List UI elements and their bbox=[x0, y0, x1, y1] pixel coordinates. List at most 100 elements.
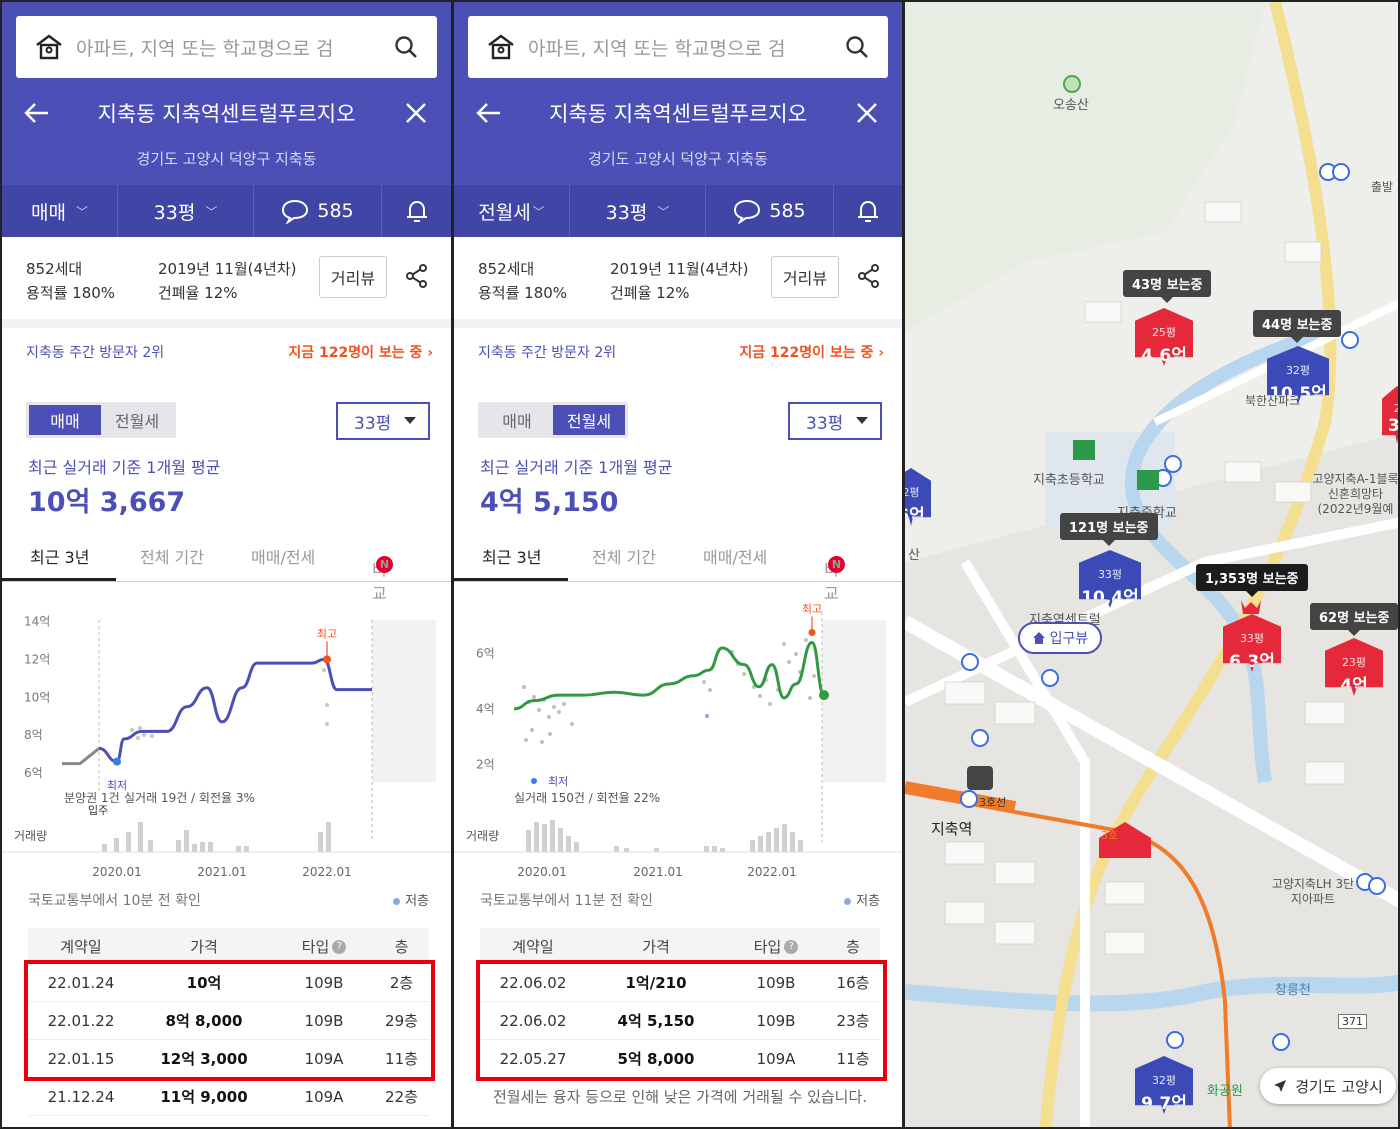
alert-button[interactable] bbox=[382, 185, 451, 237]
average-price: 10억 3,667 bbox=[28, 487, 186, 518]
table-row[interactable]: 22.01.24 10억 109B 2층 bbox=[28, 964, 429, 1002]
tab-all-period[interactable]: 전체 기간 bbox=[140, 544, 204, 568]
table-row[interactable]: 22.01.15 12억 3,000 109A 11층 bbox=[28, 1040, 429, 1078]
table-row[interactable]: 22.06.02 1억/210 109B 16층 bbox=[480, 964, 880, 1002]
households: 852세대 bbox=[26, 260, 83, 278]
location-arrow-icon bbox=[1274, 1080, 1287, 1092]
close-icon[interactable] bbox=[852, 98, 882, 128]
legend-low-floor: 저층 bbox=[393, 890, 429, 909]
average-price: 4억 5,150 bbox=[480, 487, 619, 518]
low-point bbox=[113, 757, 121, 766]
high-label: 최고 bbox=[317, 627, 337, 640]
search-bar[interactable]: 아파트, 지역 또는 학교명으로 검 bbox=[468, 16, 888, 78]
street-view-button[interactable]: 거리뷰 bbox=[319, 256, 387, 298]
divider bbox=[454, 319, 902, 328]
search-bar[interactable]: 아파트, 지역 또는 학교명으로 검 bbox=[16, 16, 437, 78]
house-icon bbox=[1032, 632, 1045, 644]
low-label: 최저 bbox=[548, 775, 568, 788]
y-tick-label: 6억 bbox=[476, 647, 495, 661]
visitor-rank[interactable]: 지축동 주간 방문자 2위 bbox=[26, 342, 164, 362]
help-icon[interactable]: ? bbox=[332, 940, 347, 954]
scatter-points bbox=[130, 668, 329, 740]
building-coverage: 건폐율 12% bbox=[158, 284, 238, 302]
viewers-bubble[interactable]: 44명 보는중 bbox=[1253, 310, 1342, 343]
header: 아파트, 지역 또는 학교명으로 검 지축동 지축역센트럴푸르지오 경기도 고양… bbox=[454, 2, 902, 237]
comments-button[interactable]: 585 bbox=[254, 185, 382, 237]
toggle-rent[interactable]: 전월세 bbox=[553, 405, 625, 435]
search-icon[interactable] bbox=[844, 34, 870, 60]
high-label: 최고 bbox=[802, 602, 822, 615]
x-tick-label: 2020.01 bbox=[517, 865, 567, 879]
transaction-table: 계약일 가격 타입? 층 22.06.02 1억/210 109B 16층 22.06… bbox=[480, 928, 880, 1078]
area-dropdown[interactable]: 33평 ﹀ bbox=[118, 185, 254, 237]
apartment-title: 지축동 지축역센트럴푸르지오 bbox=[97, 102, 356, 126]
search-input[interactable]: 아파트, 지역 또는 학교명으로 검 bbox=[76, 34, 393, 61]
map-view[interactable]: 오송산 지축초등학교 지축중학교 북한산파크 고양지축A-1블록신혼희망타 (2… bbox=[903, 0, 1400, 1129]
help-icon[interactable]: ? bbox=[784, 940, 799, 954]
y-tick-label: 10억 bbox=[24, 690, 50, 704]
deal-type-dropdown[interactable]: 매매 ﹀ bbox=[2, 185, 118, 237]
current-location-pill[interactable]: 경기도 고양시 bbox=[1260, 1068, 1396, 1104]
latest-point bbox=[819, 690, 829, 701]
header: 아파트, 지역 또는 학교명으로 검 지축동 지축역센트럴푸르지오 경기도 고양… bbox=[2, 2, 451, 237]
data-source-note: 국토교통부에서 10분 전 확인 bbox=[28, 893, 201, 909]
future-shade bbox=[372, 620, 436, 782]
option-bar: 매매 ﹀ 33평 ﹀ 585 bbox=[2, 185, 451, 237]
share-icon[interactable] bbox=[404, 263, 430, 289]
entrance-view-button[interactable]: 입구뷰 bbox=[1018, 622, 1102, 654]
chevron-down-icon: ﹀ bbox=[205, 204, 218, 219]
close-icon[interactable] bbox=[401, 98, 431, 128]
visitor-rank[interactable]: 지축동 주간 방문자 2위 bbox=[478, 342, 616, 362]
table-row[interactable]: 22.01.22 8억 8,000 109B 29층 bbox=[28, 1002, 429, 1040]
built-date: 2019년 11월(4년차) bbox=[610, 260, 749, 278]
tab-recent-3y[interactable]: 최근 3년 bbox=[482, 544, 541, 568]
viewing-now-link[interactable]: 지금 122명이 보는 중 › bbox=[288, 342, 433, 362]
area-dropdown[interactable]: 33평 ﹀ bbox=[570, 185, 706, 237]
title-row: 지축동 지축역센트럴푸르지오 bbox=[454, 90, 902, 136]
toggle-sale[interactable]: 매매 bbox=[481, 405, 553, 435]
tab-sale-jeonse[interactable]: 매매/전세 bbox=[703, 544, 767, 568]
toggle-rent[interactable]: 전월세 bbox=[101, 405, 173, 435]
viewers-bubble[interactable]: 1,353명 보는중 bbox=[1196, 564, 1308, 597]
viewing-now-link[interactable]: 지금 122명이 보는 중 › bbox=[739, 342, 884, 362]
speech-bubble-icon bbox=[282, 199, 309, 224]
table-row[interactable]: 22.06.02 4억 5,150 109B 23층 bbox=[480, 1002, 880, 1040]
area-select[interactable]: 33평 bbox=[788, 402, 882, 440]
alert-button[interactable] bbox=[834, 185, 902, 237]
tab-sale-jeonse[interactable]: 매매/전세 bbox=[251, 544, 315, 568]
viewers-bubble[interactable]: 121명 보는중 bbox=[1060, 513, 1158, 546]
area-select[interactable]: 33평 bbox=[336, 402, 430, 440]
price-chart-rent[interactable]: 2억 4억 6억 최고 최저 실거래 150건 / 회전율 22% 거래량 2020… bbox=[454, 592, 904, 882]
table-row[interactable]: 22.05.27 5억 8,000 109A 11층 bbox=[480, 1040, 880, 1078]
street-view-button[interactable]: 거리뷰 bbox=[771, 256, 839, 298]
viewers-bubble[interactable]: 43명 보는중 bbox=[1123, 270, 1212, 303]
map-label-edge-right: 출발 bbox=[1371, 180, 1394, 194]
share-icon[interactable] bbox=[856, 263, 882, 289]
table-row[interactable]: 21.12.24 11억 9,000 109A 22층 bbox=[28, 1078, 429, 1116]
visitor-row[interactable]: 지축동 주간 방문자 2위 지금 122명이 보는 중 › bbox=[26, 342, 433, 362]
viewers-bubble[interactable]: 62명 보는중 bbox=[1310, 603, 1398, 636]
transaction-table: 계약일 가격 타입? 층 22.01.24 10억 109B 2층 22.01.22 8… bbox=[28, 928, 429, 1116]
comments-button[interactable]: 585 bbox=[706, 185, 834, 237]
tab-recent-3y[interactable]: 최근 3년 bbox=[30, 544, 89, 568]
x-tick-label: 2021.01 bbox=[633, 865, 683, 879]
search-input[interactable]: 아파트, 지역 또는 학교명으로 검 bbox=[528, 34, 844, 61]
back-arrow-icon[interactable] bbox=[474, 98, 504, 128]
search-icon[interactable] bbox=[393, 34, 419, 60]
mountain-icon bbox=[1063, 75, 1081, 93]
deal-type-dropdown[interactable]: 전월세 ﹀ bbox=[454, 185, 570, 237]
map-label-apartment-a: 고양지축A-1블록신혼희망타 (2022년9월예 bbox=[1312, 472, 1399, 516]
toggle-sale[interactable]: 매매 bbox=[29, 405, 101, 435]
back-arrow-icon[interactable] bbox=[22, 98, 52, 128]
dropdown-triangle-icon bbox=[856, 417, 868, 424]
active-tab-underline bbox=[454, 578, 568, 581]
building-coverage: 건폐율 12% bbox=[610, 284, 690, 302]
price-chart-sale[interactable]: 6억8억10억12억14억 최고 최저 분양권 1건 실거래 19건 / 회전율… bbox=[2, 592, 452, 882]
table-header: 계약일 가격 타입? 층 bbox=[28, 928, 429, 964]
average-label: 최근 실거래 기준 1개월 평균 bbox=[480, 458, 673, 477]
visitor-row[interactable]: 지축동 주간 방문자 2위 지금 122명이 보는 중 › bbox=[478, 342, 884, 362]
tab-all-period[interactable]: 전체 기간 bbox=[592, 544, 656, 568]
rent-disclaimer: 전월세는 융자 등으로 인해 낮은 가격에 거래될 수 있습니다. bbox=[492, 1088, 868, 1106]
volume-label: 거래량 bbox=[14, 829, 47, 843]
map-label-edge-left: 산 bbox=[908, 548, 920, 563]
